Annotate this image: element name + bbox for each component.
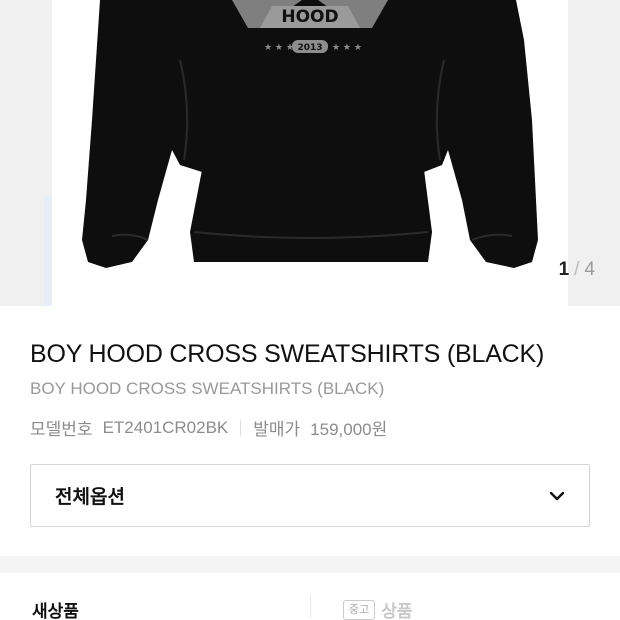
- svg-text:★ ★ ★: ★ ★ ★: [332, 43, 362, 53]
- meta-divider: [240, 419, 242, 436]
- product-image-carousel[interactable]: HOOD ★ ★ ★ ★ ★ ★ 2013 1/4: [0, 0, 620, 306]
- product-subtitle: BOY HOOD CROSS SWEATSHIRTS (BLACK): [30, 379, 385, 398]
- product-meta: 모델번호 ET2401CR02BK 발매가 159,000원: [30, 415, 590, 440]
- product-info: BOY HOOD CROSS SWEATSHIRTS (BLACK) BOY H…: [30, 306, 590, 440]
- slide-counter: 1/4: [559, 259, 596, 281]
- tab-divider: [310, 595, 311, 617]
- release-price-value: 159,000원: [310, 420, 388, 439]
- release-price-label: 발매가: [253, 420, 301, 439]
- slide-separator: /: [574, 259, 581, 280]
- tab-used-product[interactable]: 중고 상품: [343, 597, 413, 620]
- used-badge: 중고: [343, 599, 376, 620]
- previous-slide-peek[interactable]: [0, 0, 52, 306]
- option-select-label: 전체옵션: [55, 486, 125, 508]
- svg-text:★ ★ ★: ★ ★ ★: [264, 43, 294, 53]
- model-number-label: 모델번호: [30, 420, 93, 439]
- sweatshirt-product-image: HOOD ★ ★ ★ ★ ★ ★ 2013: [82, 0, 538, 268]
- chevron-down-icon: [549, 491, 565, 500]
- tab-new-product[interactable]: 새상품: [32, 597, 79, 620]
- previous-slide-edge: [44, 196, 52, 306]
- graphic-year: 2013: [297, 43, 322, 53]
- current-slide[interactable]: HOOD ★ ★ ★ ★ ★ ★ 2013: [52, 0, 568, 306]
- slide-total: 4: [584, 259, 596, 280]
- model-number-value: ET2401CR02BK: [102, 417, 229, 437]
- used-tab-label: 상품: [381, 602, 413, 620]
- product-title: BOY HOOD CROSS SWEATSHIRTS (BLACK): [30, 340, 545, 368]
- option-select-dropdown[interactable]: 전체옵션: [30, 464, 590, 527]
- section-divider: [0, 556, 620, 573]
- graphic-text: HOOD: [281, 7, 338, 27]
- condition-tabs: 새상품 중고 상품: [0, 573, 620, 620]
- product-detail-page: HOOD ★ ★ ★ ★ ★ ★ 2013 1/4 BOY HOOD CROSS…: [0, 0, 620, 620]
- slide-current: 1: [558, 259, 571, 280]
